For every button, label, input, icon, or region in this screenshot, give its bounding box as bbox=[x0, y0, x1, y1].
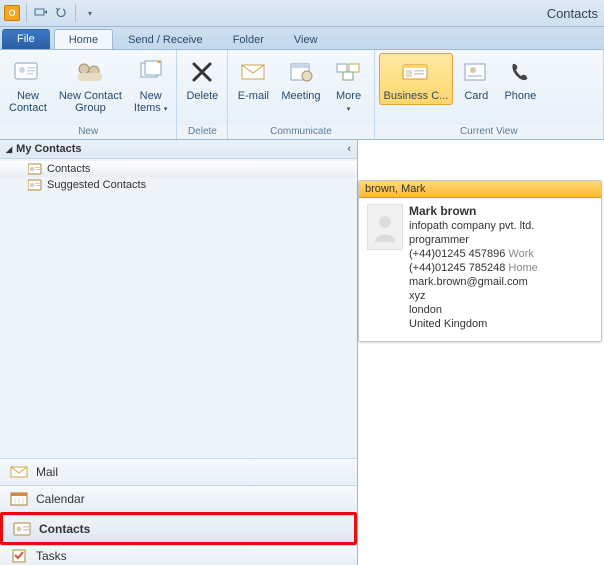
quick-access-toolbar: O ▾ bbox=[4, 4, 98, 22]
contact-business-card[interactable]: brown, Mark Mark brown infopath company … bbox=[358, 180, 602, 342]
more-button[interactable]: More▾ bbox=[328, 53, 370, 119]
new-contact-button[interactable]: New Contact bbox=[4, 53, 52, 117]
nav-tasks[interactable]: Tasks bbox=[0, 545, 357, 565]
mail-icon bbox=[10, 464, 28, 480]
nav-header-label: My Contacts bbox=[16, 143, 81, 155]
undo-icon[interactable] bbox=[53, 5, 69, 21]
chevron-down-icon: ▾ bbox=[164, 106, 168, 113]
more-icon bbox=[333, 56, 365, 88]
business-card-label: Business C... bbox=[384, 90, 449, 102]
delete-x-icon bbox=[186, 56, 218, 88]
ribbon: New Contact New Contact Group New Items … bbox=[0, 50, 604, 140]
nav-mail[interactable]: Mail bbox=[0, 458, 357, 485]
contact-address-1: xyz bbox=[409, 289, 538, 303]
calendar-meeting-icon bbox=[285, 56, 317, 88]
delete-label: Delete bbox=[186, 90, 218, 102]
card-details: Mark brown infopath company pvt. ltd. pr… bbox=[409, 204, 538, 331]
business-card-view-icon bbox=[400, 56, 432, 88]
nav-contacts-label: Contacts bbox=[39, 522, 90, 536]
delete-button[interactable]: Delete bbox=[181, 53, 223, 105]
chevron-down-icon: ▾ bbox=[347, 106, 351, 113]
tree-item-suggested-contacts[interactable]: Suggested Contacts bbox=[0, 177, 357, 193]
tree-item-contacts[interactable]: Contacts bbox=[0, 161, 357, 177]
nav-calendar-label: Calendar bbox=[36, 492, 85, 506]
group-label-delete: Delete bbox=[177, 125, 227, 139]
contact-group-icon bbox=[74, 56, 106, 88]
card-body: Mark brown infopath company pvt. ltd. pr… bbox=[359, 198, 601, 341]
customize-qat-dropdown[interactable]: ▾ bbox=[82, 5, 98, 21]
tree-item-label: Contacts bbox=[47, 163, 90, 175]
new-contact-group-label: New Contact Group bbox=[59, 90, 122, 114]
new-contact-group-button[interactable]: New Contact Group bbox=[54, 53, 127, 117]
card-view-icon bbox=[460, 56, 492, 88]
new-items-icon bbox=[135, 56, 167, 88]
ribbon-group-new: New Contact New Contact Group New Items … bbox=[0, 50, 177, 139]
contact-card-icon bbox=[12, 56, 44, 88]
contacts-icon bbox=[13, 521, 31, 537]
tab-view[interactable]: View bbox=[279, 29, 333, 49]
calendar-icon bbox=[10, 491, 28, 507]
new-items-label: New Items ▾ bbox=[134, 90, 167, 116]
more-label: More▾ bbox=[336, 90, 361, 116]
contacts-folder-icon bbox=[28, 179, 42, 191]
tasks-icon bbox=[10, 548, 28, 564]
ribbon-tab-bar: File Home Send / Receive Folder View bbox=[0, 27, 604, 50]
envelope-icon bbox=[237, 56, 269, 88]
window-title: Contacts bbox=[547, 6, 600, 21]
nav-tasks-label: Tasks bbox=[36, 549, 67, 563]
ribbon-group-current-view: Business C... Card Phone Current View bbox=[375, 50, 604, 139]
separator bbox=[26, 4, 27, 22]
meeting-button[interactable]: Meeting bbox=[276, 53, 325, 105]
ribbon-group-delete: Delete Delete bbox=[177, 50, 228, 139]
nav-calendar[interactable]: Calendar bbox=[0, 485, 357, 512]
card-header: brown, Mark bbox=[359, 181, 601, 198]
main-area: ◢ My Contacts ‹ Contacts Suggested Conta… bbox=[0, 140, 604, 565]
tab-send-receive[interactable]: Send / Receive bbox=[113, 29, 218, 49]
card-label: Card bbox=[464, 90, 488, 102]
group-label-new: New bbox=[0, 125, 176, 139]
expand-triangle-icon: ◢ bbox=[6, 145, 12, 154]
contacts-folder-icon bbox=[28, 163, 42, 175]
contact-email: mark.brown@gmail.com bbox=[409, 275, 538, 289]
nav-header-my-contacts[interactable]: ◢ My Contacts ‹ bbox=[0, 140, 357, 159]
contact-company: infopath company pvt. ltd. bbox=[409, 219, 538, 233]
collapse-pane-icon[interactable]: ‹ bbox=[347, 143, 351, 155]
email-label: E-mail bbox=[238, 90, 269, 102]
navigation-modules: Mail Calendar Contacts bbox=[0, 458, 357, 565]
send-receive-icon[interactable] bbox=[33, 5, 49, 21]
contact-phone-home: (+44)01245 785248 Home bbox=[409, 261, 538, 275]
tab-file[interactable]: File bbox=[2, 29, 50, 49]
navigation-pane: ◢ My Contacts ‹ Contacts Suggested Conta… bbox=[0, 140, 358, 565]
contacts-view-area: brown, Mark Mark brown infopath company … bbox=[358, 140, 604, 565]
meeting-label: Meeting bbox=[281, 90, 320, 102]
contact-phone-work: (+44)01245 457896 Work bbox=[409, 247, 538, 261]
separator bbox=[75, 4, 76, 22]
contact-photo-placeholder bbox=[367, 204, 403, 250]
phone-view-label: Phone bbox=[504, 90, 536, 102]
tab-home[interactable]: Home bbox=[54, 29, 113, 49]
contact-name: Mark brown bbox=[409, 204, 538, 218]
contacts-folder-tree: Contacts Suggested Contacts bbox=[0, 159, 357, 197]
ribbon-group-communicate: E-mail Meeting More▾ Communicate bbox=[228, 50, 374, 139]
view-phone-button[interactable]: Phone bbox=[499, 53, 541, 105]
view-card-button[interactable]: Card bbox=[455, 53, 497, 105]
contact-address-3: United Kingdom bbox=[409, 317, 538, 331]
group-label-current-view: Current View bbox=[375, 125, 603, 139]
new-contact-label: New Contact bbox=[9, 90, 47, 114]
nav-mail-label: Mail bbox=[36, 465, 58, 479]
contact-job-title: programmer bbox=[409, 233, 538, 247]
view-business-card-button[interactable]: Business C... bbox=[379, 53, 454, 105]
title-bar: O ▾ Contacts bbox=[0, 0, 604, 27]
contact-address-2: london bbox=[409, 303, 538, 317]
nav-contacts[interactable]: Contacts bbox=[3, 515, 354, 542]
tab-folder[interactable]: Folder bbox=[218, 29, 279, 49]
group-label-communicate: Communicate bbox=[228, 125, 373, 139]
outlook-app-icon: O bbox=[4, 5, 20, 21]
phone-icon bbox=[504, 56, 536, 88]
tree-item-label: Suggested Contacts bbox=[47, 179, 146, 191]
email-button[interactable]: E-mail bbox=[232, 53, 274, 105]
new-items-button[interactable]: New Items ▾ bbox=[129, 53, 172, 119]
highlight-annotation: Contacts bbox=[0, 512, 357, 545]
